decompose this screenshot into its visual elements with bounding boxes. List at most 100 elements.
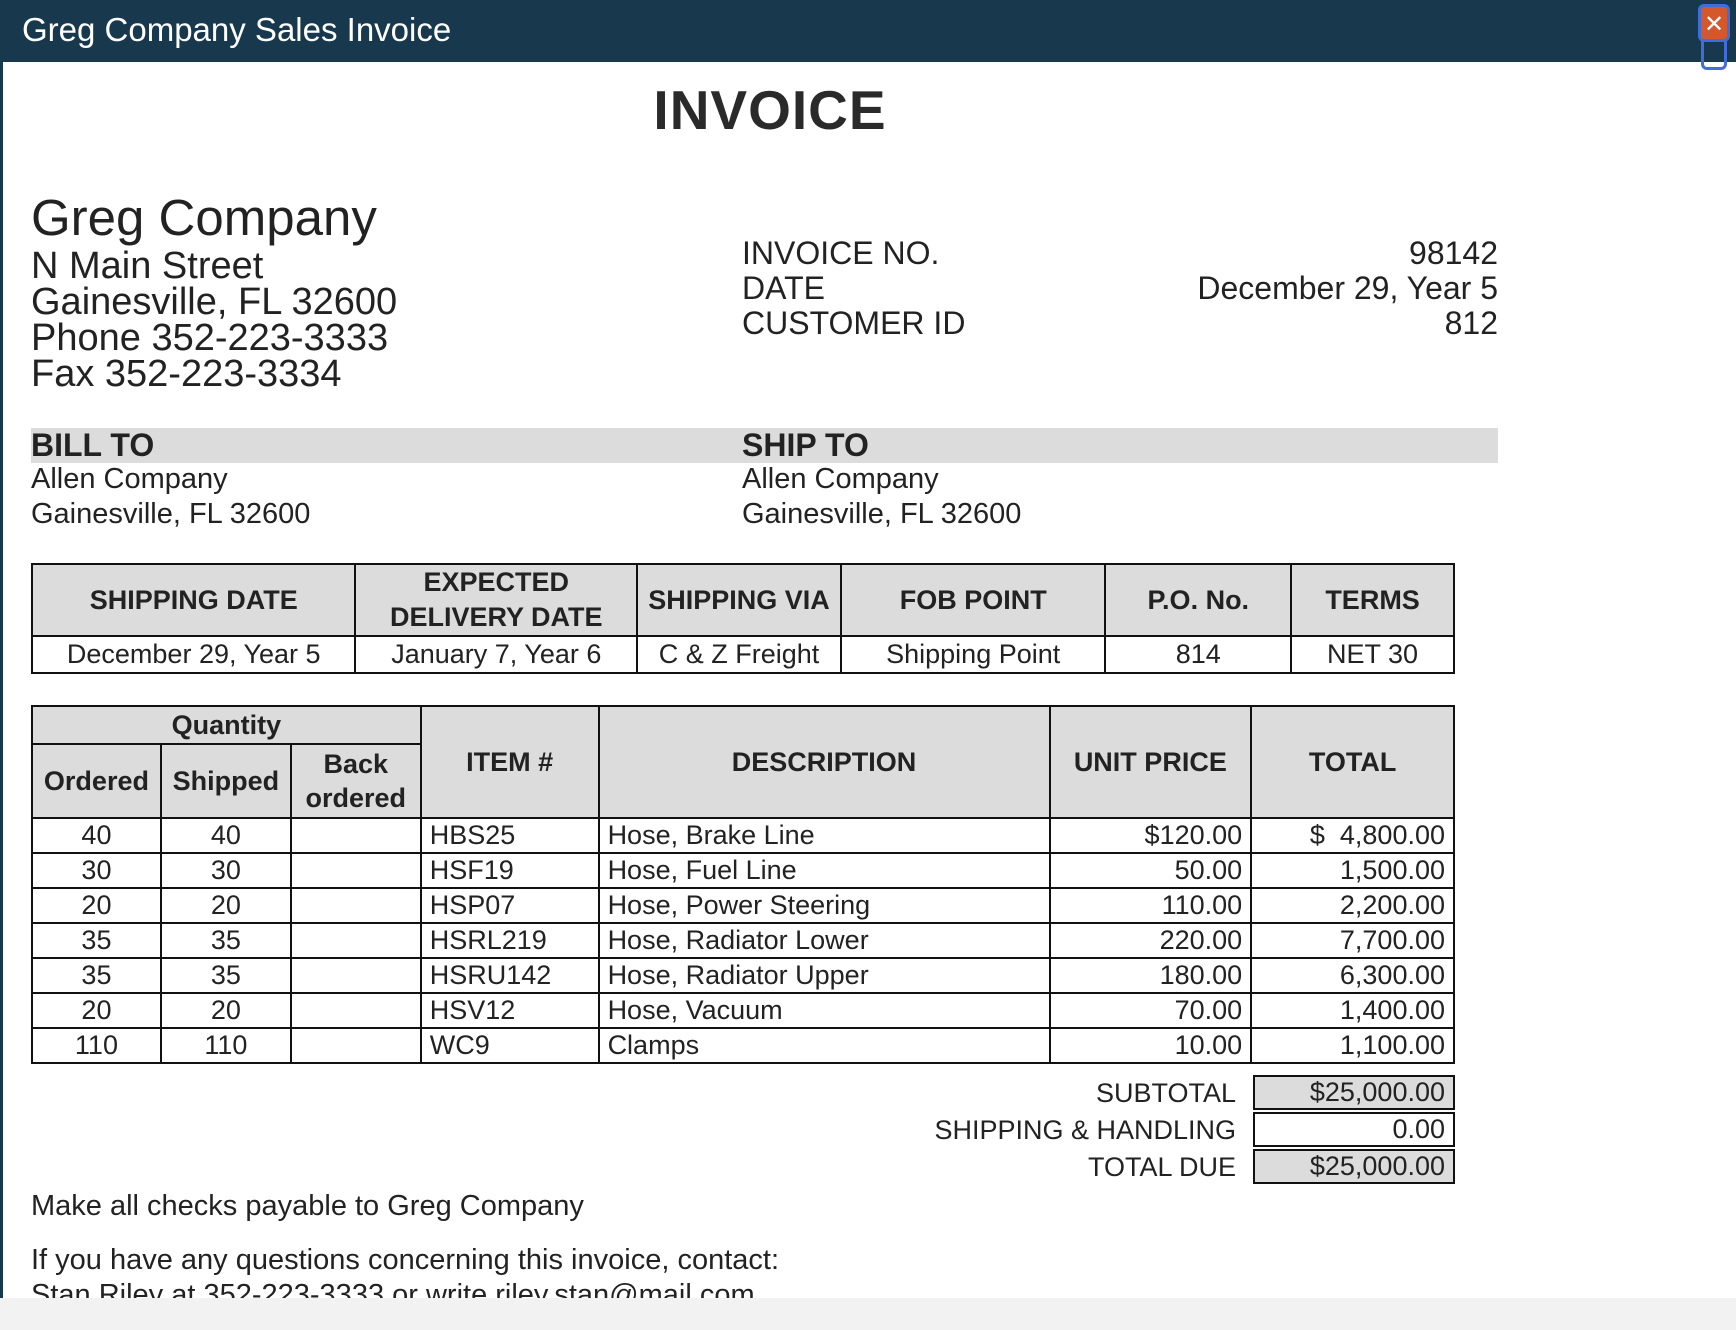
qty-shipped: 35 bbox=[159, 957, 292, 994]
line-total: 1,400.00 bbox=[1250, 992, 1455, 1029]
qty-ordered: 30 bbox=[31, 852, 162, 889]
ship-to-city: Gainesville, FL 32600 bbox=[742, 498, 1022, 530]
bill-to-city: Gainesville, FL 32600 bbox=[31, 498, 311, 530]
bill-to-label: BILL TO bbox=[31, 427, 155, 463]
qty-ordered: 35 bbox=[31, 922, 162, 959]
table-row: 20 20 HSV12 Hose, Vacuum 70.00 1,400.00 bbox=[31, 992, 1455, 1029]
line-total: 1,500.00 bbox=[1250, 852, 1455, 889]
qty-back-ordered bbox=[289, 922, 422, 959]
table-row: 110 110 WC9 Clamps 10.00 1,100.00 bbox=[31, 1027, 1455, 1064]
window-title: Greg Company Sales Invoice bbox=[22, 11, 452, 48]
qty-back-ordered bbox=[289, 957, 422, 994]
meta-value: 98142 bbox=[1409, 235, 1498, 271]
shipping-header-cell: EXPECTED DELIVERY DATE bbox=[354, 563, 639, 637]
window-left-border bbox=[0, 62, 3, 1330]
unit-price: 70.00 bbox=[1048, 992, 1253, 1029]
table-row: 40 40 HBS25 Hose, Brake Line $120.00 $ 4… bbox=[31, 817, 1455, 854]
total-due-value: $25,000.00 bbox=[1253, 1149, 1455, 1184]
items-header-cell: TOTAL bbox=[1250, 705, 1455, 819]
line-total: 6,300.00 bbox=[1250, 957, 1455, 994]
quantity-group-header: Quantity bbox=[31, 705, 422, 745]
item-number: HSP07 bbox=[419, 887, 600, 924]
shipping-header-row: SHIPPING DATE EXPECTED DELIVERY DATE SHI… bbox=[30, 563, 1455, 637]
table-row: 20 20 HSP07 Hose, Power Steering 110.00 … bbox=[31, 887, 1455, 924]
item-number: HSRU142 bbox=[419, 957, 600, 994]
bill-to-name: Allen Company bbox=[31, 463, 228, 495]
seller-street: N Main Street bbox=[31, 245, 264, 287]
bill-to-address: Allen Company Gainesville, FL 32600 bbox=[31, 462, 310, 532]
qty-shipped: 20 bbox=[159, 992, 292, 1029]
close-icon[interactable]: ✕ bbox=[1698, 4, 1730, 42]
shipping-handling-label: SHIPPING & HANDLING bbox=[934, 1115, 1236, 1145]
qty-ordered: 35 bbox=[31, 957, 162, 994]
shipping-header-cell: FOB POINT bbox=[839, 563, 1107, 637]
ship-to-name: Allen Company bbox=[742, 463, 939, 495]
shipping-header-cell: SHIPPING DATE bbox=[30, 563, 357, 637]
shipping-header-cell: SHIPPING VIA bbox=[636, 563, 842, 637]
questions-note: If you have any questions concerning thi… bbox=[31, 1244, 779, 1276]
subtotal-value: $25,000.00 bbox=[1253, 1075, 1455, 1110]
item-description: Hose, Brake Line bbox=[597, 817, 1051, 854]
seller-phone: Phone 352-223-3333 bbox=[31, 317, 389, 359]
ship-to-address: Allen Company Gainesville, FL 32600 bbox=[742, 462, 1021, 532]
item-description: Hose, Power Steering bbox=[597, 887, 1051, 924]
item-number: HSRL219 bbox=[419, 922, 600, 959]
items-header-cell: ITEM # bbox=[419, 705, 600, 819]
item-number: HSF19 bbox=[419, 852, 600, 889]
seller-address-block: N Main Street Gainesville, FL 32600 Phon… bbox=[31, 245, 398, 393]
table-row: 30 30 HSF19 Hose, Fuel Line 50.00 1,500.… bbox=[31, 852, 1455, 889]
item-number: WC9 bbox=[419, 1027, 600, 1064]
qty-shipped: 110 bbox=[159, 1027, 292, 1064]
shipping-value-cell: January 7, Year 6 bbox=[354, 635, 639, 674]
unit-price: 50.00 bbox=[1048, 852, 1253, 889]
shipping-value-row: December 29, Year 5 January 7, Year 6 C … bbox=[30, 635, 1455, 674]
unit-price: 10.00 bbox=[1048, 1027, 1253, 1064]
unit-price: 220.00 bbox=[1048, 922, 1253, 959]
document-heading: INVOICE bbox=[653, 79, 887, 141]
qty-ordered: 110 bbox=[31, 1027, 162, 1064]
items-header-cell: DESCRIPTION bbox=[597, 705, 1051, 819]
item-description: Hose, Radiator Upper bbox=[597, 957, 1051, 994]
qty-back-ordered bbox=[289, 992, 422, 1029]
payable-note: Make all checks payable to Greg Company bbox=[31, 1190, 584, 1222]
item-description: Hose, Radiator Lower bbox=[597, 922, 1051, 959]
meta-row-date: DATE December 29, Year 5 bbox=[742, 271, 1498, 306]
unit-price: 110.00 bbox=[1048, 887, 1253, 924]
meta-label: DATE bbox=[742, 270, 825, 306]
item-number: HSV12 bbox=[419, 992, 600, 1029]
items-header-cell: Shipped bbox=[159, 743, 292, 819]
shipping-value-cell: NET 30 bbox=[1290, 635, 1455, 674]
qty-shipped: 35 bbox=[159, 922, 292, 959]
invoice-meta: INVOICE NO. 98142 DATE December 29, Year… bbox=[742, 236, 1498, 341]
line-total: 2,200.00 bbox=[1250, 887, 1455, 924]
ship-to-label: SHIP TO bbox=[742, 427, 869, 463]
item-description: Hose, Vacuum bbox=[597, 992, 1051, 1029]
meta-value: December 29, Year 5 bbox=[1197, 270, 1498, 306]
unit-price: $120.00 bbox=[1048, 817, 1253, 854]
qty-shipped: 40 bbox=[159, 817, 292, 854]
window-bottom-edge bbox=[0, 1298, 1736, 1330]
line-items-table: Quantity ITEM # DESCRIPTION UNIT PRICE T… bbox=[31, 705, 1455, 1064]
table-row: 35 35 HSRU142 Hose, Radiator Upper 180.0… bbox=[31, 957, 1455, 994]
unit-price: 180.00 bbox=[1048, 957, 1253, 994]
item-description: Hose, Fuel Line bbox=[597, 852, 1051, 889]
close-button-focus-ring bbox=[1701, 40, 1727, 70]
item-number: HBS25 bbox=[419, 817, 600, 854]
meta-label: CUSTOMER ID bbox=[742, 305, 966, 341]
items-header-row-1: Quantity ITEM # DESCRIPTION UNIT PRICE T… bbox=[31, 705, 1455, 819]
qty-back-ordered bbox=[289, 852, 422, 889]
shipping-header-cell: TERMS bbox=[1290, 563, 1455, 637]
qty-back-ordered bbox=[289, 817, 422, 854]
table-row: 35 35 HSRL219 Hose, Radiator Lower 220.0… bbox=[31, 922, 1455, 959]
shipping-handling-value: 0.00 bbox=[1253, 1112, 1455, 1147]
meta-row-customer-id: CUSTOMER ID 812 bbox=[742, 306, 1498, 341]
total-due-label: TOTAL DUE bbox=[1087, 1152, 1236, 1182]
meta-label: INVOICE NO. bbox=[742, 235, 940, 271]
line-total: 7,700.00 bbox=[1250, 922, 1455, 959]
seller-name: Greg Company bbox=[31, 189, 377, 246]
seller-city: Gainesville, FL 32600 bbox=[31, 281, 398, 323]
qty-ordered: 40 bbox=[31, 817, 162, 854]
shipping-header-cell: P.O. No. bbox=[1104, 563, 1293, 637]
window-titlebar: Greg Company Sales Invoice bbox=[0, 0, 1736, 62]
items-header-cell: Back ordered bbox=[289, 743, 422, 819]
